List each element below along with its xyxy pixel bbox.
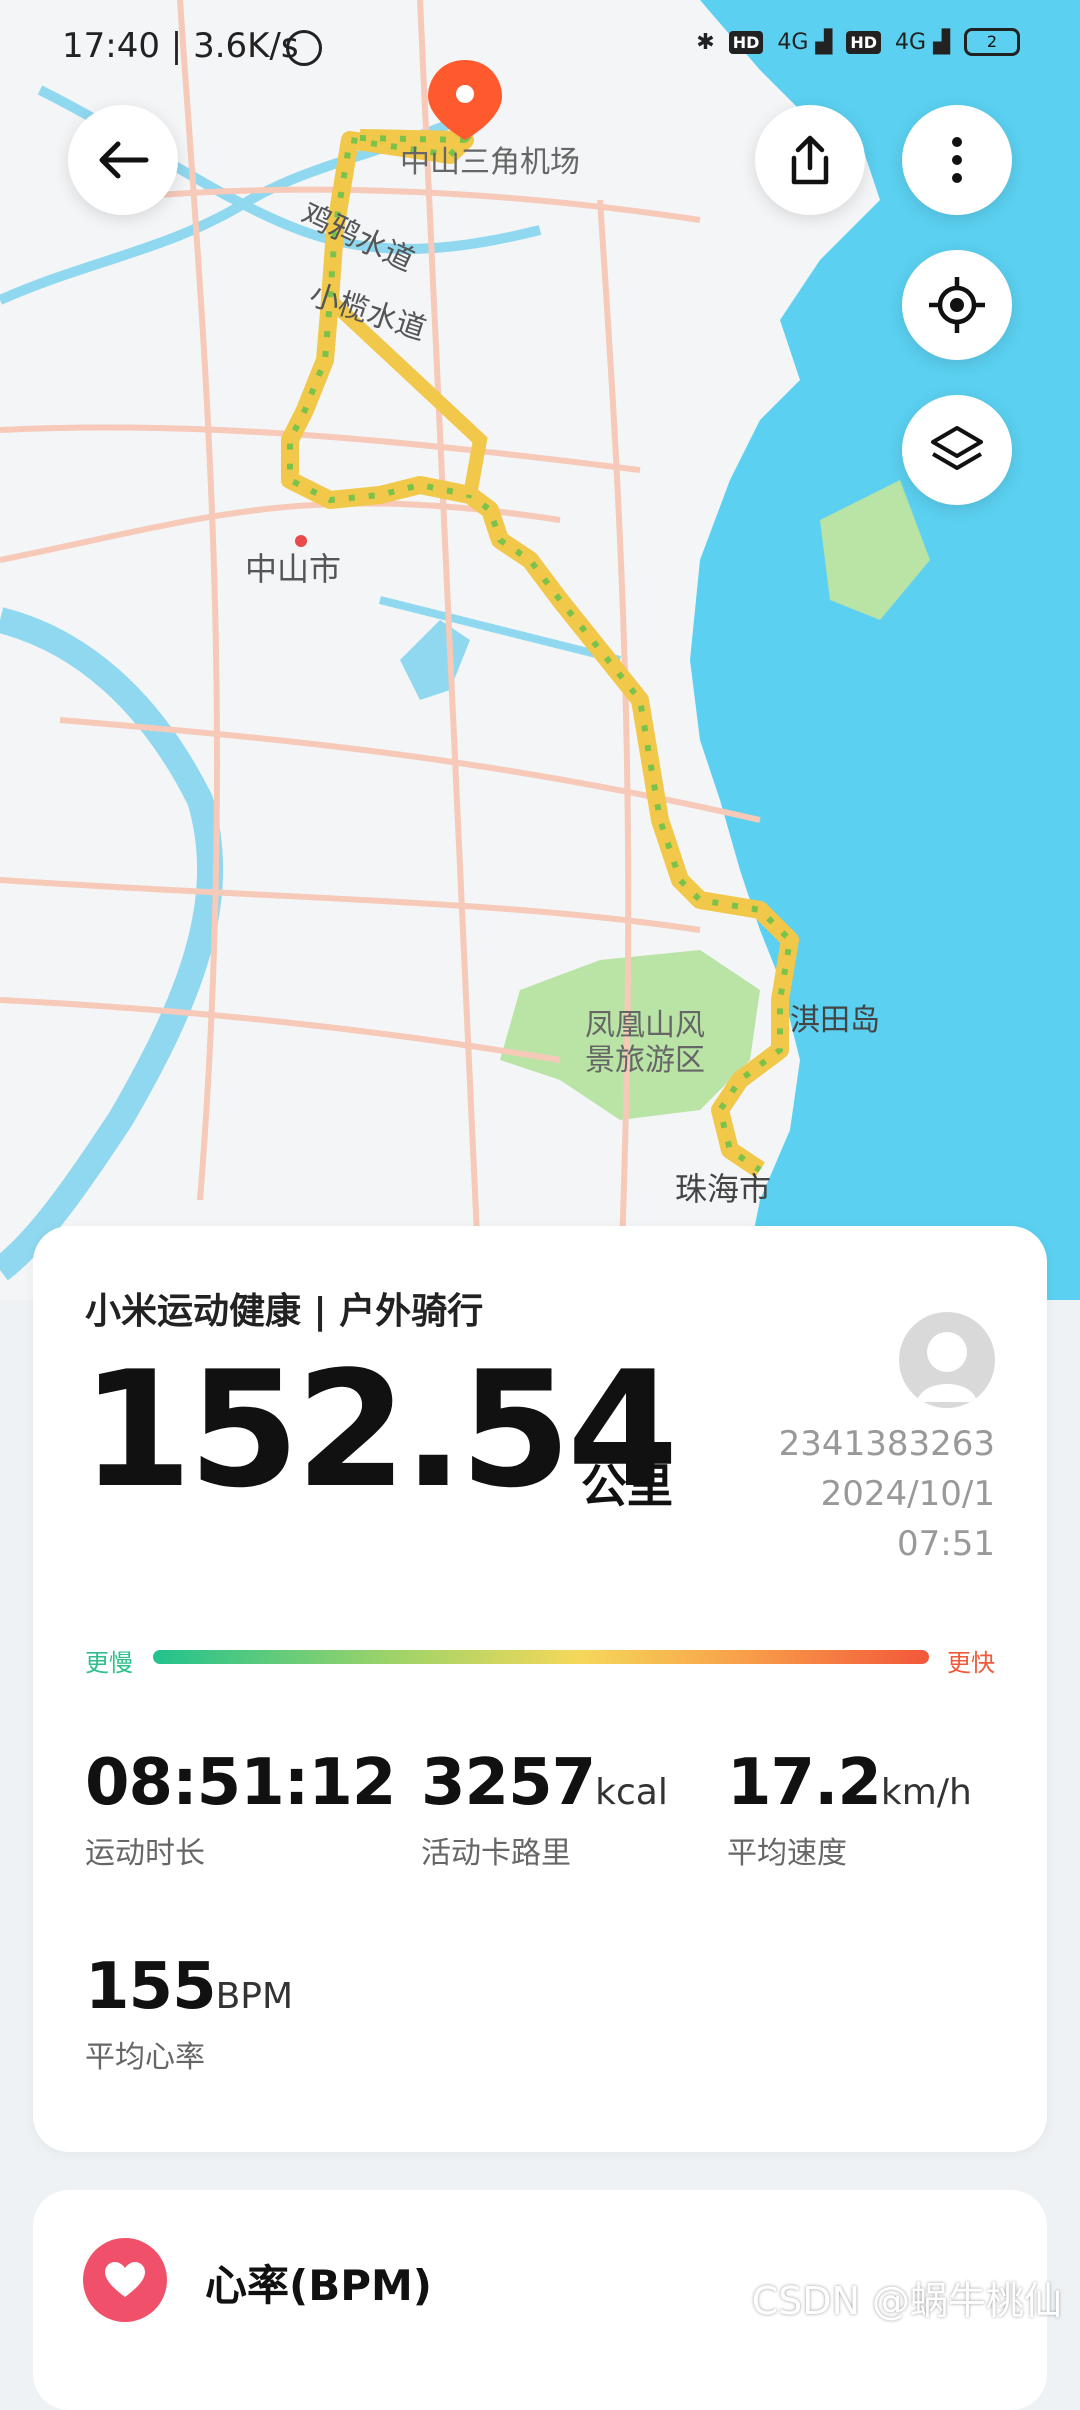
activity-title: 小米运动健康 | 户外骑行 xyxy=(85,1291,484,1332)
stat-duration: 08:51:12 运动时长 xyxy=(85,1746,396,1871)
activity-date: 2024/10/1 xyxy=(820,1474,995,1514)
watermark: CSDN @蜗牛桃仙 xyxy=(751,2279,1062,2323)
hd-badge-2: HD xyxy=(846,30,882,54)
alarm-icon xyxy=(286,30,322,66)
speed-gradient-bar xyxy=(153,1650,929,1664)
status-bar: 17:40 | 3.6K/s ✱ HD 4G ▟ HD 4G ▟ 2 xyxy=(0,0,1080,96)
map-label-scenic-2: 景旅游区 xyxy=(585,1043,705,1078)
heart-rate-title: 心率(BPM) xyxy=(205,2261,432,2310)
heart-icon xyxy=(83,2238,167,2322)
user-icon xyxy=(917,1332,977,1402)
hd-badge-1: HD xyxy=(728,30,764,54)
legend-fast: 更快 xyxy=(947,1649,995,1677)
signal-icon-1: 4G ▟ xyxy=(777,29,833,55)
distance-unit: 公里 xyxy=(581,1459,673,1513)
share-icon xyxy=(791,135,829,185)
more-button[interactable] xyxy=(902,105,1012,215)
map-label-scenic-1: 凤凰山风 xyxy=(585,1008,705,1043)
locate-button[interactable] xyxy=(902,250,1012,360)
map-label-airport: 中山三角机场 xyxy=(400,145,580,180)
summary-card: 小米运动健康 | 户外骑行 152.54 公里 2341383263 2024/… xyxy=(33,1226,1047,2152)
stat-avg-heart-rate: 155BPM 平均心率 xyxy=(85,1950,294,2075)
user-id: 2341383263 xyxy=(778,1424,995,1464)
layers-icon xyxy=(931,426,983,470)
locate-icon xyxy=(929,277,985,333)
arrow-left-icon xyxy=(99,141,149,179)
status-time: 17:40 | 3.6K/s xyxy=(62,26,299,66)
status-icons: ✱ HD 4G ▟ HD 4G ▟ 2 xyxy=(696,28,1020,56)
avatar[interactable] xyxy=(899,1312,995,1408)
share-button[interactable] xyxy=(755,105,865,215)
map-label-island: 淇田岛 xyxy=(790,1003,880,1038)
legend-slow: 更慢 xyxy=(85,1649,133,1677)
map-label-city2: 珠海市 xyxy=(675,1170,771,1208)
signal-icon-2: 4G ▟ xyxy=(895,29,950,55)
map-label-city1: 中山市 xyxy=(245,550,341,588)
back-button[interactable] xyxy=(68,105,178,215)
stat-calories: 3257kcal 活动卡路里 xyxy=(421,1746,668,1871)
bluetooth-icon: ✱ xyxy=(696,29,715,55)
layers-button[interactable] xyxy=(902,395,1012,505)
battery-icon: 2 xyxy=(964,28,1020,56)
stat-avg-speed: 17.2km/h 平均速度 xyxy=(727,1746,972,1871)
activity-time: 07:51 xyxy=(897,1524,995,1564)
more-vertical-icon xyxy=(952,137,962,183)
